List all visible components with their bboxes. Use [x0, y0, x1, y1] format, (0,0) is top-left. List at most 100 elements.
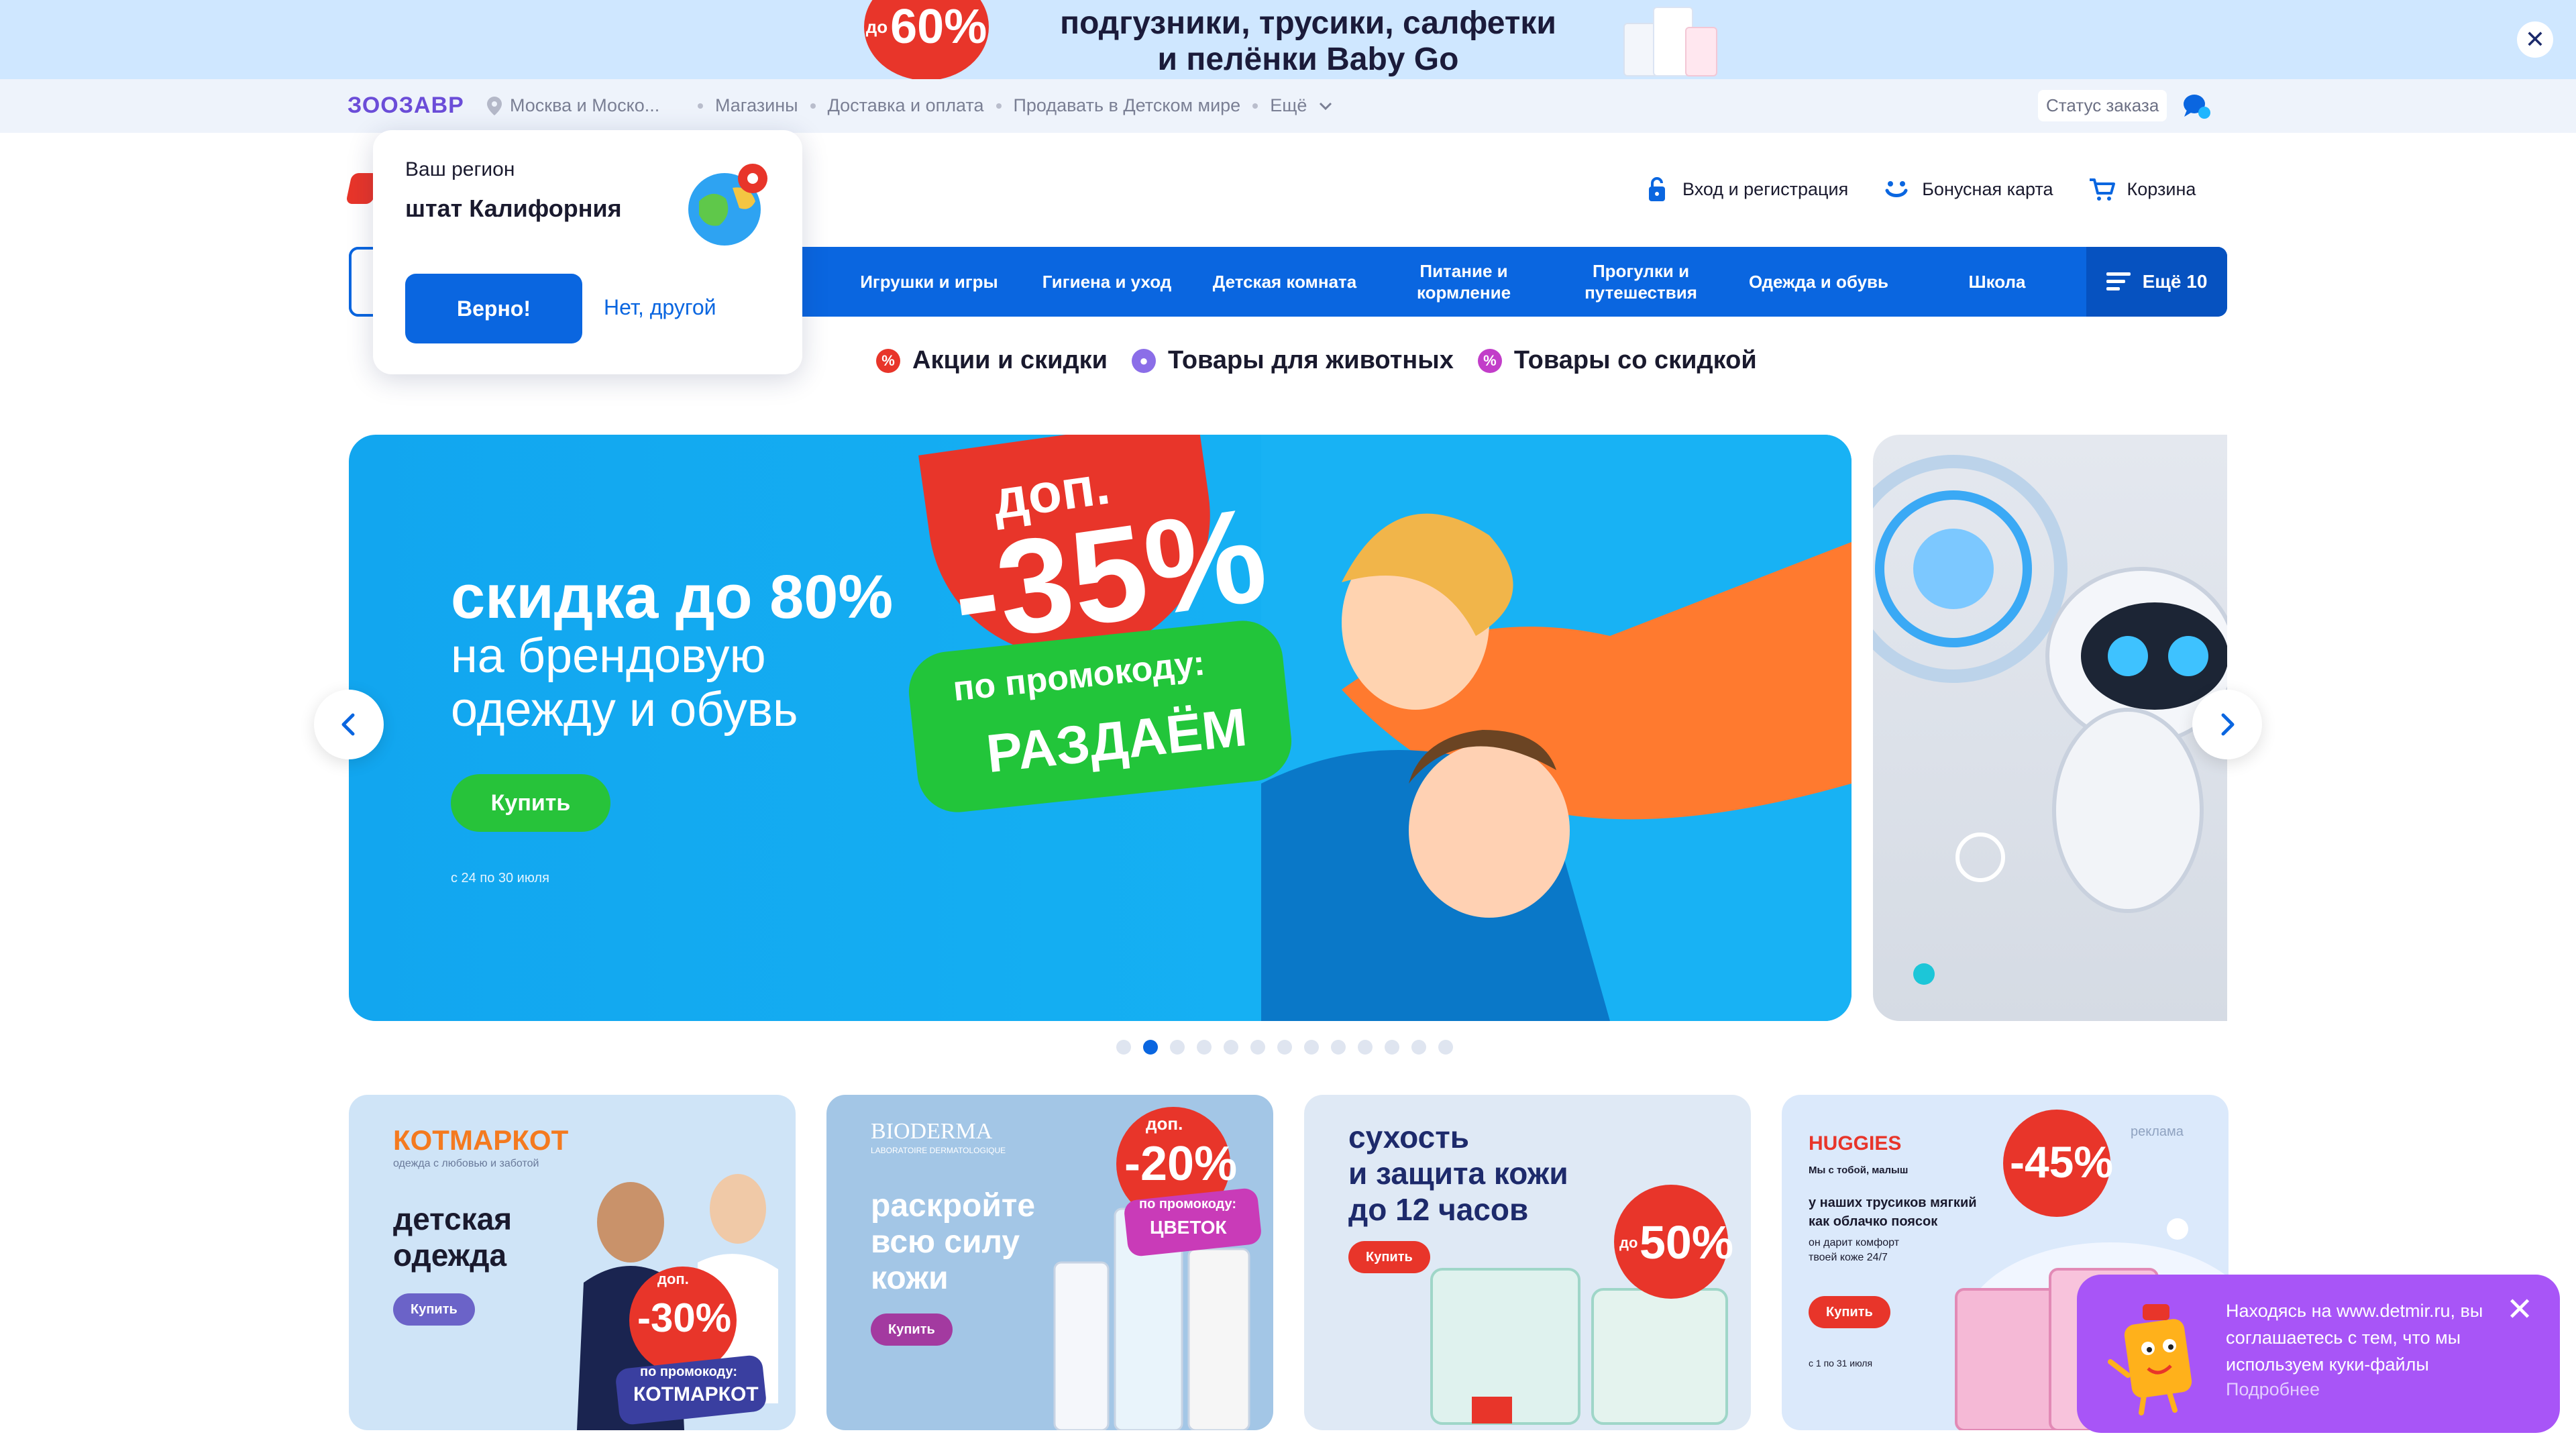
promo-line-1: подгузники, трусики, салфетки [1060, 5, 1556, 41]
percent-icon: % [876, 348, 900, 373]
location-pin-icon [487, 96, 502, 115]
card-buy-button[interactable]: Купить [1809, 1296, 1890, 1328]
promo-close-button[interactable]: ✕ [2517, 21, 2553, 58]
cart-button[interactable]: Корзина [2088, 176, 2196, 203]
slider-dot[interactable] [1116, 1040, 1131, 1055]
slider-dot[interactable] [1438, 1040, 1453, 1055]
top-promo-banner[interactable]: до 60% подгузники, трусики, салфетки и п… [0, 0, 2576, 79]
card-buy-button[interactable]: Купить [871, 1313, 953, 1346]
hero-dates: с 24 по 30 июля [451, 871, 549, 885]
location-selector[interactable]: Москва и Моско... [487, 95, 659, 116]
chevron-left-icon [341, 713, 355, 736]
header-actions: Вход и регистрация Бонусная карта Корзин… [1644, 176, 2196, 203]
region-value: штат Калифорния [405, 195, 622, 222]
hero-subtitle-line-2: одежду и обувь [451, 683, 798, 737]
card-title-line-1: у наших трусиков мягкий [1809, 1195, 1977, 1210]
slider-dot[interactable] [1358, 1040, 1373, 1055]
promo-card-kotmarkot[interactable]: КОТМАРКОТ одежда с любовью и заботой дет… [349, 1095, 796, 1430]
cart-icon [2089, 178, 2115, 201]
login-button[interactable]: Вход и регистрация [1644, 176, 1848, 203]
card-title-line-1: детская [393, 1201, 513, 1236]
subnav-link-more[interactable]: Ещё [1270, 95, 1307, 116]
sponge-mascot-icon [2108, 1304, 2192, 1415]
bonus-card-label: Бонусная карта [1922, 178, 2053, 199]
ad-label: реклама [2131, 1124, 2184, 1139]
promo-card-bioderma[interactable]: BIODERMA LABORATOIRE DERMATOLOGIQUE раск… [826, 1095, 1273, 1430]
slider-prev-button[interactable] [314, 690, 384, 759]
promo-badge-prefix: до [865, 16, 888, 37]
slider-dot[interactable] [1411, 1040, 1426, 1055]
kids-photo [1261, 435, 1851, 1021]
card-title-line-2: и защита кожи [1348, 1156, 1568, 1191]
card-title-line-3: до 12 часов [1348, 1192, 1529, 1227]
paw-icon: ● [1132, 348, 1157, 373]
slider-dot[interactable] [1304, 1040, 1319, 1055]
slider-dot[interactable] [1170, 1040, 1185, 1055]
card-brand: BIODERMA [871, 1119, 993, 1144]
chat-icon[interactable] [2183, 93, 2211, 119]
slider-next-button[interactable] [2192, 690, 2262, 759]
category-hygiene[interactable]: Гигиена и уход [1020, 271, 1194, 292]
card-dates: с 1 по 31 июля [1809, 1358, 1873, 1368]
subnav-links: Магазины Доставка и оплата Продавать в Д… [698, 95, 1332, 116]
card-title-line-2: как облачко поясок [1809, 1214, 1938, 1229]
order-status-button[interactable]: Статус заказа [2038, 90, 2167, 121]
login-label: Вход и регистрация [1682, 178, 1849, 199]
card-promo-code: КОТМАРКОТ [633, 1383, 759, 1405]
quick-link-pets[interactable]: ● Товары для животных [1132, 346, 1454, 375]
category-food[interactable]: Питание и кормление [1375, 260, 1552, 303]
chevron-down-icon [1320, 102, 1332, 110]
subnav-link-delivery[interactable]: Доставка и оплата [828, 95, 984, 116]
subnav-link-sell[interactable]: Продавать в Детском мире [1014, 95, 1241, 116]
quick-link-sales-label: Акции и скидки [912, 346, 1108, 374]
card-extra-label: доп. [657, 1271, 689, 1287]
hero-title: скидка до 80% [451, 563, 894, 631]
slider-dot[interactable] [1385, 1040, 1399, 1055]
cookie-notice: Находясь на www.detmir.ru, вы соглашаете… [2077, 1275, 2560, 1433]
category-kids-room[interactable]: Детская комната [1194, 271, 1375, 292]
promo-text: подгузники, трусики, салфетки и пелёнки … [1046, 5, 1570, 78]
next-slide-preview[interactable] [1873, 435, 2227, 1021]
card-promo-label: по промокоду: [640, 1364, 738, 1379]
category-school[interactable]: Школа [1908, 271, 2086, 292]
slider-dot[interactable] [1331, 1040, 1346, 1055]
promo-badge-value: 60% [890, 0, 987, 54]
more-categories-label: Ещё 10 [2142, 271, 2208, 292]
hero-subtitle: на брендовую одежду и обувь [451, 629, 798, 737]
smile-icon [1885, 181, 1908, 197]
more-categories-button[interactable]: Ещё 10 [2086, 247, 2227, 317]
region-change-button[interactable]: Нет, другой [604, 295, 716, 320]
region-confirm-button[interactable]: Верно! [405, 274, 582, 343]
category-list: Игрушки и игры Гигиена и уход Детская ко… [839, 247, 2086, 317]
slider-dot[interactable] [1197, 1040, 1212, 1055]
slider-dot[interactable] [1143, 1040, 1158, 1055]
card-discount-value: -30% [637, 1295, 732, 1340]
zoozavr-logo[interactable]: ЗООЗАВР [347, 93, 464, 119]
region-label: Ваш регион [405, 158, 515, 180]
card-discount-value: -45% [2010, 1137, 2114, 1187]
slider-dot[interactable] [1224, 1040, 1238, 1055]
card-buy-button[interactable]: Купить [393, 1293, 475, 1326]
cookie-close-button[interactable]: ✕ [2506, 1291, 2533, 1328]
cookie-more-link[interactable]: Подробнее [2226, 1379, 2320, 1400]
robot-image [1873, 455, 2227, 985]
card-title-line-2: всю силу [871, 1224, 1020, 1260]
subnav-link-stores[interactable]: Магазины [715, 95, 798, 116]
card-tagline: LABORATOIRE DERMATOLOGIQUE [871, 1146, 1006, 1155]
category-toys[interactable]: Игрушки и игры [839, 271, 1020, 292]
quick-link-sales[interactable]: % Акции и скидки [876, 346, 1108, 375]
promo-discount-badge: до 60% [864, 0, 989, 79]
category-walks[interactable]: Прогулки и путешествия [1552, 260, 1729, 303]
slider-dot[interactable] [1250, 1040, 1265, 1055]
quick-link-discounted[interactable]: % Товары со скидкой [1477, 346, 1757, 375]
hero-buy-button[interactable]: Купить [451, 774, 610, 832]
hero-banner[interactable]: доп. -35% по промокоду: РАЗДАЁМ скидка д… [349, 435, 1851, 1021]
card-discount-value: 50% [1640, 1216, 1734, 1269]
card-extra-label: доп. [1146, 1114, 1183, 1134]
slider-dot[interactable] [1277, 1040, 1292, 1055]
card-promo-code: ЦВЕТОК [1150, 1217, 1227, 1238]
category-clothes[interactable]: Одежда и обувь [1729, 271, 1908, 292]
bonus-card-button[interactable]: Бонусная карта [1883, 176, 2053, 203]
promo-card-pampers[interactable]: сухость и защита кожи до 12 часов Купить… [1304, 1095, 1751, 1430]
card-title-line-1: сухость [1348, 1120, 1470, 1155]
